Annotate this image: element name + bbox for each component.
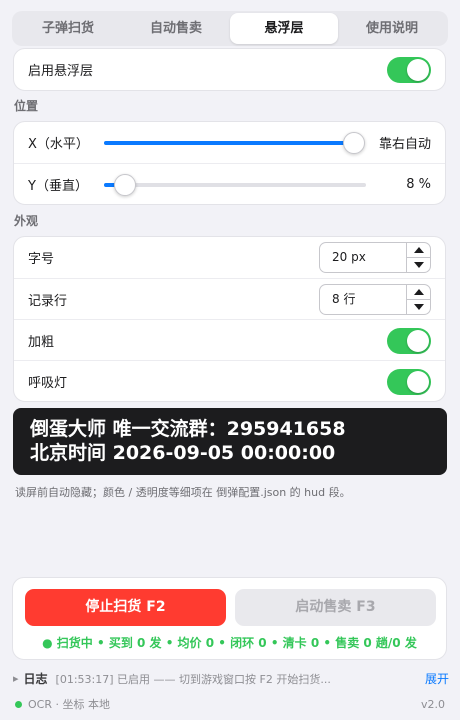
y-slider[interactable] — [104, 174, 366, 196]
arrow-up-icon — [413, 289, 424, 295]
tab-bar: 子弹扫货 自动售卖 悬浮层 使用说明 — [12, 11, 448, 46]
preview-line-1: 倒蛋大师 唯一交流群：295941658 — [30, 418, 346, 440]
tab-auto-sell[interactable]: 自动售卖 — [122, 13, 230, 44]
overlay-preview: 倒蛋大师 唯一交流群：295941658 北京时间 2026-09-05 00:… — [13, 408, 447, 475]
overlay-note: 读屏前自动隐藏；颜色 / 透明度等细项在 倒弹配置.json 的 hud 段。 — [15, 486, 351, 499]
log-rows-row: 记录行 8 行 — [14, 278, 445, 319]
toggle-knob — [407, 330, 429, 352]
y-slider-thumb[interactable] — [113, 174, 136, 196]
status-dot-icon — [15, 700, 22, 708]
start-sell-button[interactable]: 启动售卖 F3 — [235, 589, 436, 626]
log-bar: ▸ 日志 [01:53:17] 已启用 —— 切到游戏窗口按 F2 开始扫货..… — [13, 670, 449, 687]
font-size-increment[interactable] — [407, 243, 430, 257]
version-label: v2.0 — [420, 697, 445, 711]
enable-overlay-toggle[interactable] — [387, 57, 431, 83]
log-rows-arrows — [406, 285, 430, 314]
log-rows-stepper[interactable]: 8 行 — [319, 284, 431, 315]
enable-overlay-card: 启用悬浮层 — [13, 48, 446, 91]
stop-sweep-button[interactable]: 停止扫货 F2 — [25, 589, 226, 626]
arrow-down-icon — [413, 303, 424, 310]
y-label: Y（垂直） — [28, 178, 88, 194]
position-section-label: 位置 — [14, 99, 39, 113]
log-rows-value[interactable]: 8 行 — [332, 285, 355, 314]
bold-label: 加粗 — [28, 334, 55, 350]
breathing-label: 呼吸灯 — [28, 375, 68, 391]
x-value: 靠右自动 — [378, 137, 431, 152]
x-slider-fill — [104, 141, 354, 145]
bold-toggle[interactable] — [387, 328, 431, 354]
font-size-row: 字号 20 px — [14, 237, 445, 278]
x-row: X（水平） 靠右自动 — [14, 122, 445, 163]
log-rows-decrement[interactable] — [407, 299, 430, 313]
appearance-card: 字号 20 px 记录行 8 行 加粗 呼吸灯 — [13, 236, 446, 402]
breathing-toggle[interactable] — [387, 369, 431, 395]
x-slider[interactable] — [104, 132, 365, 154]
font-size-label: 字号 — [28, 252, 55, 267]
bold-row: 加粗 — [14, 319, 445, 360]
font-size-stepper[interactable]: 20 px — [319, 242, 431, 273]
y-value: 8 % — [406, 176, 431, 192]
footer: OCR · 坐标 本地 v2.0 — [15, 696, 445, 712]
font-size-decrement[interactable] — [407, 257, 430, 271]
tab-bullet-sweep[interactable]: 子弹扫货 — [14, 13, 122, 44]
font-size-value[interactable]: 20 px — [332, 243, 366, 272]
toggle-knob — [407, 59, 429, 81]
enable-overlay-row: 启用悬浮层 — [14, 49, 445, 90]
font-size-arrows — [406, 243, 430, 272]
log-text: [01:53:17] 已启用 —— 切到游戏窗口按 F2 开始扫货... — [55, 672, 331, 686]
footer-status: OCR · 坐标 本地 — [28, 698, 110, 711]
enable-overlay-label: 启用悬浮层 — [28, 64, 94, 79]
appearance-section-label: 外观 — [14, 214, 39, 228]
arrow-up-icon — [413, 247, 424, 253]
tab-instructions[interactable]: 使用说明 — [338, 13, 446, 44]
tab-overlay[interactable]: 悬浮层 — [230, 13, 338, 44]
toggle-knob — [407, 371, 429, 393]
x-label: X（水平） — [28, 137, 89, 152]
x-slider-thumb[interactable] — [343, 132, 365, 154]
arrow-down-icon — [413, 261, 424, 268]
preview-line-2: 北京时间 2026-09-05 00:00:00 — [30, 442, 336, 464]
y-row: Y（垂直） 8 % — [14, 163, 445, 204]
control-card: 停止扫货 F2 启动售卖 F3 ● 扫货中 • 买到 0 发 • 均价 0 • … — [12, 577, 447, 660]
log-title[interactable]: 日志 — [24, 670, 48, 687]
log-rows-increment[interactable] — [407, 285, 430, 299]
log-caret-icon[interactable]: ▸ — [13, 672, 19, 685]
breathing-row: 呼吸灯 — [14, 360, 445, 401]
log-rows-label: 记录行 — [28, 293, 68, 309]
position-card: X（水平） 靠右自动 Y（垂直） 8 % — [13, 121, 446, 205]
log-expand-button[interactable]: 展开 — [425, 670, 449, 687]
status-line: ● 扫货中 • 买到 0 发 • 均价 0 • 闭环 0 • 清卡 0 • 售卖… — [42, 636, 417, 650]
